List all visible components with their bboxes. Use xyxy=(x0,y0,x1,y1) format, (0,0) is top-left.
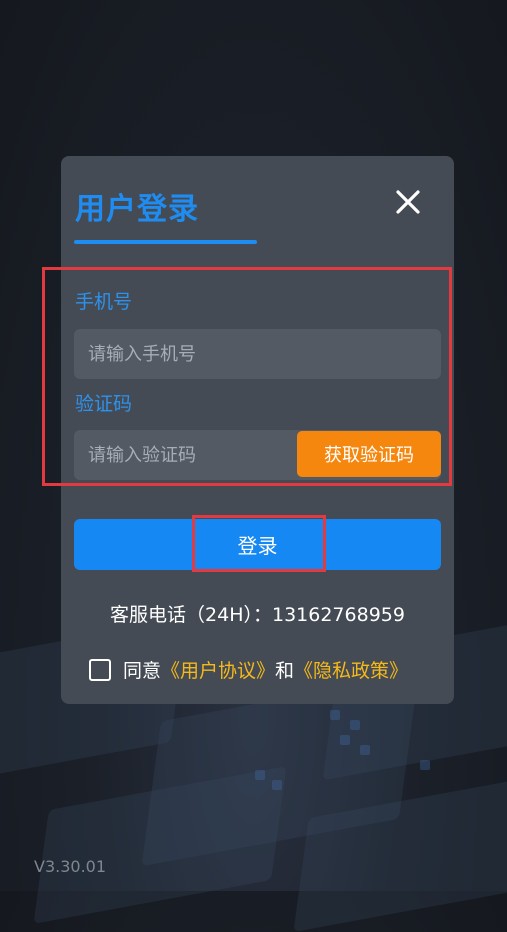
dialog-title: 用户登录 xyxy=(75,192,199,227)
agree-conjunction: 和 xyxy=(275,660,295,682)
service-phone: 客服电话（24H）：13162768959 xyxy=(110,604,405,626)
code-label: 验证码 xyxy=(75,393,133,415)
user-agreement-link[interactable]: 《用户协议》 xyxy=(161,656,275,683)
login-dialog: 用户登录 手机号 验证码 获取验证码 登录 客服电话（24H）：13162768… xyxy=(42,156,454,704)
phone-label: 手机号 xyxy=(75,291,133,313)
close-icon[interactable] xyxy=(390,184,426,220)
version-label: V3.30.01 xyxy=(34,857,107,876)
privacy-policy-link[interactable]: 《隐私政策》 xyxy=(294,656,408,683)
phone-input[interactable] xyxy=(74,329,441,379)
agreement-row: 同意 《用户协议》 和 《隐私政策》 xyxy=(89,656,408,683)
get-code-button[interactable]: 获取验证码 xyxy=(297,431,441,477)
login-button[interactable]: 登录 xyxy=(74,519,441,570)
title-underline xyxy=(74,240,257,244)
agree-prefix: 同意 xyxy=(123,660,162,682)
agree-checkbox[interactable] xyxy=(89,658,111,681)
